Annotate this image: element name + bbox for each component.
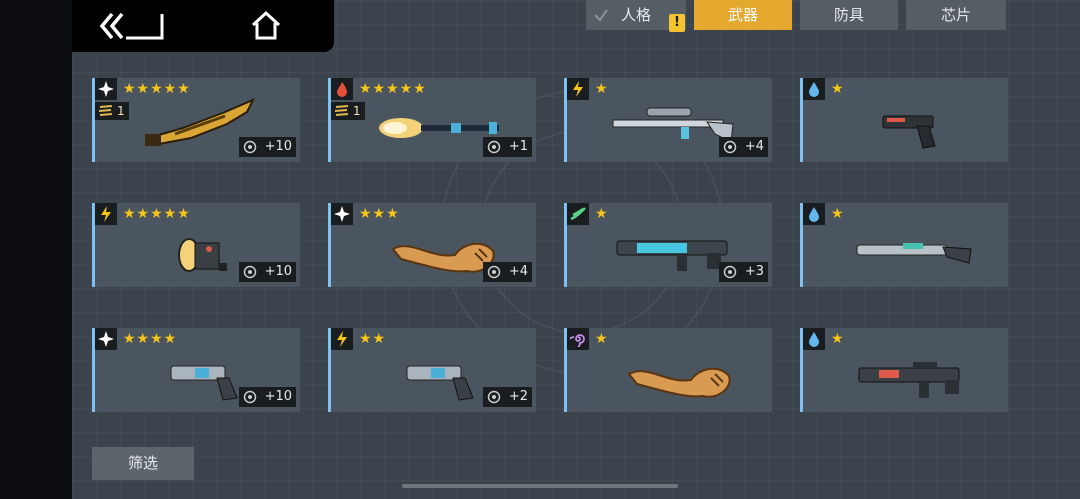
weapon-card[interactable]: ★ bbox=[800, 328, 1008, 412]
light-icon bbox=[95, 78, 117, 100]
home-button[interactable] bbox=[250, 10, 282, 42]
weapon-card[interactable]: ★★★★★ +10 bbox=[92, 203, 300, 287]
enhance-level: +1 bbox=[482, 137, 532, 157]
filter-button[interactable]: 筛选 bbox=[92, 447, 194, 480]
tab-label: 芯片 bbox=[940, 6, 971, 24]
level-value: +4 bbox=[508, 264, 528, 279]
weapon-card[interactable]: ★ bbox=[800, 78, 1008, 162]
flex-arm-icon bbox=[627, 367, 731, 398]
rank-icon bbox=[98, 105, 113, 116]
back-icon bbox=[99, 12, 164, 40]
check-icon bbox=[594, 9, 608, 22]
notice-badge: ! bbox=[669, 14, 685, 32]
light-icon bbox=[95, 328, 117, 350]
rank-icon bbox=[334, 105, 349, 116]
weapon-card[interactable]: ★ bbox=[800, 203, 1008, 287]
enhance-level: +2 bbox=[482, 387, 532, 407]
lightning-icon bbox=[331, 328, 353, 350]
level-value: +3 bbox=[744, 264, 764, 279]
gear-icon bbox=[487, 390, 501, 404]
tab-label: 武器 bbox=[727, 6, 758, 24]
rank-value: 1 bbox=[117, 104, 125, 118]
level-value: +2 bbox=[508, 389, 528, 404]
lightning-icon bbox=[567, 78, 589, 100]
tab-label: 人格 bbox=[620, 6, 651, 24]
enhance-level: +10 bbox=[238, 387, 296, 407]
water-icon bbox=[803, 203, 825, 225]
level-value: +10 bbox=[264, 139, 292, 154]
weapon-card[interactable]: ★ +3 bbox=[564, 203, 772, 287]
light-icon bbox=[331, 203, 353, 225]
water-icon bbox=[803, 78, 825, 100]
level-value: +10 bbox=[264, 389, 292, 404]
tab-armor[interactable]: 防具 bbox=[800, 0, 898, 30]
gear-icon bbox=[487, 140, 501, 154]
tab-chips[interactable]: 芯片 bbox=[906, 0, 1006, 30]
gear-icon bbox=[243, 140, 256, 154]
rank-value: 1 bbox=[353, 104, 361, 118]
lightning-icon bbox=[95, 203, 117, 225]
level-value: +1 bbox=[508, 139, 528, 154]
enhance-level: +3 bbox=[718, 262, 768, 282]
enhance-level: +10 bbox=[238, 262, 296, 282]
shotgun-icon bbox=[856, 243, 972, 264]
weapon-card[interactable]: ★ bbox=[564, 328, 772, 412]
rank-badge: 1 bbox=[331, 102, 365, 120]
weapon-card[interactable]: ★★★★ +10 bbox=[92, 328, 300, 412]
gear-icon bbox=[723, 140, 737, 154]
fire-icon bbox=[331, 78, 353, 100]
weapon-card[interactable]: ★★★★★ 1 +10 bbox=[92, 78, 300, 162]
tab-weapons[interactable]: 武器 bbox=[694, 0, 792, 30]
assault-rifle-icon bbox=[858, 362, 960, 398]
pistol-icon bbox=[882, 115, 936, 149]
rank-badge: 1 bbox=[95, 102, 129, 120]
scrollbar[interactable] bbox=[402, 484, 678, 488]
home-icon bbox=[251, 10, 281, 40]
weapon-card[interactable]: ★★★★★ 1 +1 bbox=[328, 78, 536, 162]
weapon-card[interactable]: ★★ +2 bbox=[328, 328, 536, 412]
level-value: +4 bbox=[744, 139, 764, 154]
enhance-level: +10 bbox=[238, 137, 296, 157]
enhance-level: +4 bbox=[482, 262, 532, 282]
gear-icon bbox=[243, 390, 256, 404]
level-value: +10 bbox=[264, 264, 292, 279]
water-icon bbox=[803, 328, 825, 350]
wind-icon bbox=[567, 203, 589, 225]
back-button[interactable] bbox=[98, 10, 168, 42]
gear-icon bbox=[487, 265, 501, 279]
gear-icon bbox=[243, 265, 256, 279]
tab-label: 防具 bbox=[833, 6, 864, 24]
gear-icon bbox=[723, 265, 737, 279]
weapon-card[interactable]: ★ +4 bbox=[564, 78, 772, 162]
weapon-card[interactable]: ★★★ +4 bbox=[328, 203, 536, 287]
enhance-level: +4 bbox=[718, 137, 768, 157]
void-icon bbox=[567, 328, 589, 350]
